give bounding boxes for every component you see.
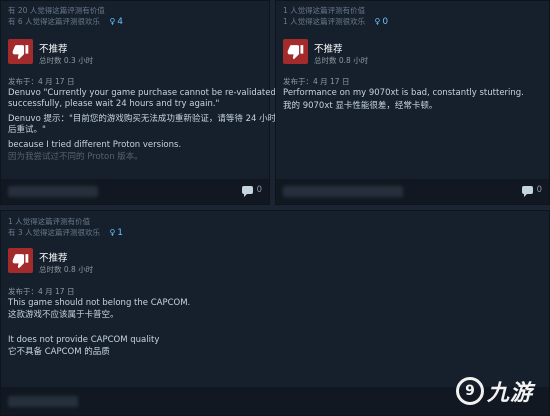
award-medal-icon: ♀ bbox=[109, 228, 116, 237]
review-hours: 总时数 0.3 小时 bbox=[39, 56, 94, 65]
review-text-line: 后重试。" bbox=[8, 125, 46, 135]
helpful-count: 1 人觉得这篇评测有价值 bbox=[8, 217, 91, 226]
comment-count: 0 bbox=[256, 185, 262, 195]
review-hours: 总时数 0.8 小时 bbox=[39, 265, 94, 274]
review-text-line: 我的 9070xt 显卡性能很差，经常卡顿。 bbox=[283, 101, 438, 111]
review-text-line: This game should not belong the CAPCOM. bbox=[8, 298, 191, 308]
award-medal-icon: ♀ bbox=[374, 17, 381, 26]
award-button[interactable]: ♀ 4 bbox=[109, 17, 123, 27]
comment-button[interactable]: 0 bbox=[241, 185, 262, 197]
comment-bubble-icon bbox=[241, 186, 253, 197]
watermark-logo-icon: 9 bbox=[455, 377, 484, 405]
blurred-author bbox=[8, 396, 78, 407]
funny-count: 有 3 人觉得这篇评测很欢乐 ♀ 1 bbox=[8, 228, 123, 238]
review-card: 1 人觉得这篇评测有价值 1 人觉得这篇评测很欢乐 ♀ 0 不推荐 总时数 0.8… bbox=[275, 0, 550, 205]
thumbs-down-icon bbox=[283, 39, 308, 64]
award-medal-icon: ♀ bbox=[109, 17, 116, 26]
helpful-count: 有 20 人觉得这篇评测有价值 bbox=[8, 6, 105, 15]
review-text-line: Denuvo 提示："目前您的游戏购买无法成功重新验证，请等待 24 小时 bbox=[8, 114, 277, 124]
blurred-author bbox=[8, 186, 98, 197]
watermark: 9 九游 bbox=[455, 375, 533, 407]
watermark-text: 九游 bbox=[486, 381, 533, 406]
thumbs-down-icon bbox=[8, 248, 33, 273]
comment-count: 0 bbox=[536, 185, 542, 195]
funny-count: 有 6 人觉得这篇评测很欢乐 ♀ 4 bbox=[8, 17, 123, 27]
comment-button[interactable]: 0 bbox=[521, 185, 542, 197]
review-date: 发布于：4 月 17 日 bbox=[283, 77, 350, 86]
award-count: 4 bbox=[117, 17, 124, 27]
review-footer: 0 bbox=[276, 179, 549, 204]
funny-text: 有 3 人觉得这篇评测很欢乐 bbox=[8, 228, 101, 237]
review-text-line: Performance on my 9070xt is bad, constan… bbox=[283, 88, 524, 98]
review-text-line: 因为我尝试过不同的 Proton 版本。 bbox=[8, 152, 143, 162]
review-text-line: successfully, please wait 24 hours and t… bbox=[8, 99, 220, 109]
award-count: 0 bbox=[382, 17, 389, 27]
review-hours: 总时数 0.8 小时 bbox=[314, 56, 369, 65]
review-text-line: 这款游戏不应该属于卡普空。 bbox=[8, 310, 119, 320]
award-button[interactable]: ♀ 1 bbox=[109, 228, 123, 238]
review-verdict: 不推荐 bbox=[314, 44, 343, 55]
funny-count: 1 人觉得这篇评测很欢乐 ♀ 0 bbox=[283, 17, 388, 27]
blurred-author bbox=[283, 186, 403, 197]
review-verdict: 不推荐 bbox=[39, 253, 68, 264]
comment-bubble-icon bbox=[521, 186, 533, 197]
award-button[interactable]: ♀ 0 bbox=[375, 17, 389, 27]
funny-text: 有 6 人觉得这篇评测很欢乐 bbox=[8, 17, 101, 26]
review-footer: 0 bbox=[1, 179, 269, 204]
review-date: 发布于：4 月 17 日 bbox=[8, 287, 75, 296]
review-text-line: 它不具备 CAPCOM 的品质 bbox=[8, 347, 110, 357]
review-text-line: It does not provide CAPCOM quality bbox=[8, 335, 160, 345]
review-text-line: Denuvo "Currently your game purchase can… bbox=[8, 88, 276, 98]
review-card: 1 人觉得这篇评测有价值 有 3 人觉得这篇评测很欢乐 ♀ 1 不推荐 总时数 0… bbox=[0, 210, 550, 416]
thumbs-down-icon bbox=[8, 39, 33, 64]
funny-text: 1 人觉得这篇评测很欢乐 bbox=[283, 17, 366, 26]
award-count: 1 bbox=[117, 228, 124, 238]
helpful-count: 1 人觉得这篇评测有价值 bbox=[283, 6, 366, 15]
review-date: 发布于：4 月 17 日 bbox=[8, 77, 75, 86]
review-card: 有 20 人觉得这篇评测有价值 有 6 人觉得这篇评测很欢乐 ♀ 4 不推荐 总时… bbox=[0, 0, 276, 205]
review-verdict: 不推荐 bbox=[39, 44, 68, 55]
review-text-line: because I tried different Proton version… bbox=[8, 140, 182, 150]
